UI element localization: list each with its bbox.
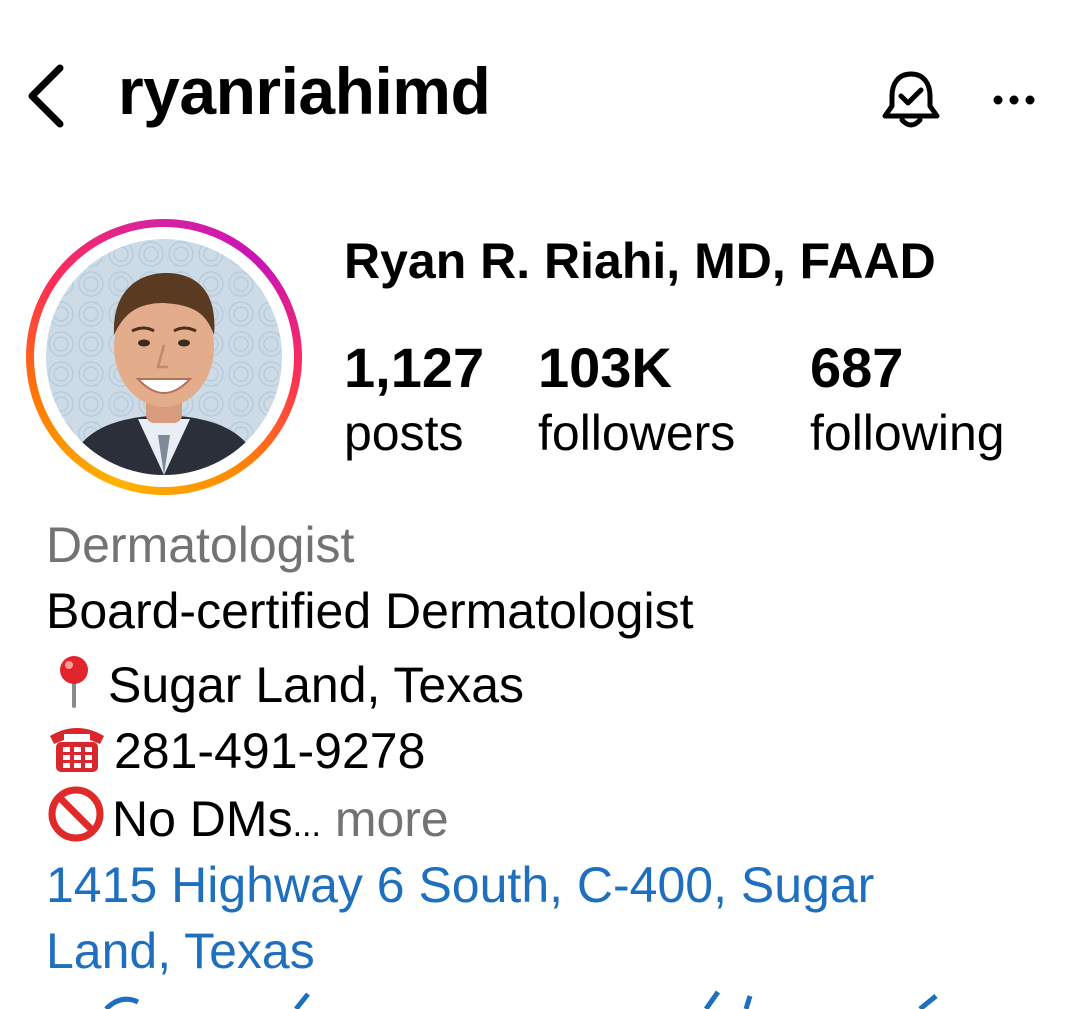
- address-line-1: 1415 Highway 6 South, C-400, Sugar: [46, 857, 875, 913]
- notifications-button[interactable]: [880, 66, 942, 132]
- posts-label[interactable]: posts: [344, 408, 464, 458]
- more-button[interactable]: more: [321, 791, 449, 847]
- posts-count[interactable]: 1,127: [344, 340, 484, 396]
- story-ring-avatar[interactable]: [26, 219, 302, 495]
- note-text: No DMs: [112, 791, 293, 847]
- phone-text: 281-491-9278: [114, 723, 426, 779]
- round-pushpin-icon: [46, 654, 102, 716]
- prohibited-icon: [46, 786, 106, 850]
- display-name: Ryan R. Riahi, MD, FAAD: [344, 233, 936, 289]
- followers-label[interactable]: followers: [538, 408, 735, 458]
- following-count[interactable]: 687: [810, 340, 903, 396]
- username-title: ryanriahimd: [118, 54, 491, 128]
- bio-note: No DMs... more: [46, 786, 449, 850]
- avatar: [46, 239, 282, 475]
- profile-category: Dermatologist: [46, 517, 355, 573]
- bio-text: Board-certified Dermatologist: [46, 583, 694, 639]
- truncation-ellipsis: ...: [292, 806, 321, 844]
- address-line-2: Land, Texas: [46, 923, 315, 979]
- bio-phone: 281-491-9278: [46, 720, 425, 782]
- chevron-left-icon: [28, 64, 64, 128]
- bell-check-icon: [882, 71, 940, 128]
- more-options-button[interactable]: [990, 82, 1038, 118]
- followers-count[interactable]: 103K: [538, 340, 672, 396]
- website-link-clipped[interactable]: [46, 990, 946, 1009]
- back-button[interactable]: [22, 60, 72, 130]
- location-text: Sugar Land, Texas: [108, 657, 525, 713]
- address-link[interactable]: 1415 Highway 6 South, C-400, Sugar Land,…: [46, 852, 1046, 984]
- telephone-icon: [46, 720, 108, 782]
- bio-location: Sugar Land, Texas: [46, 654, 524, 716]
- ellipsis-icon: [993, 95, 1035, 105]
- following-label[interactable]: following: [810, 408, 1005, 458]
